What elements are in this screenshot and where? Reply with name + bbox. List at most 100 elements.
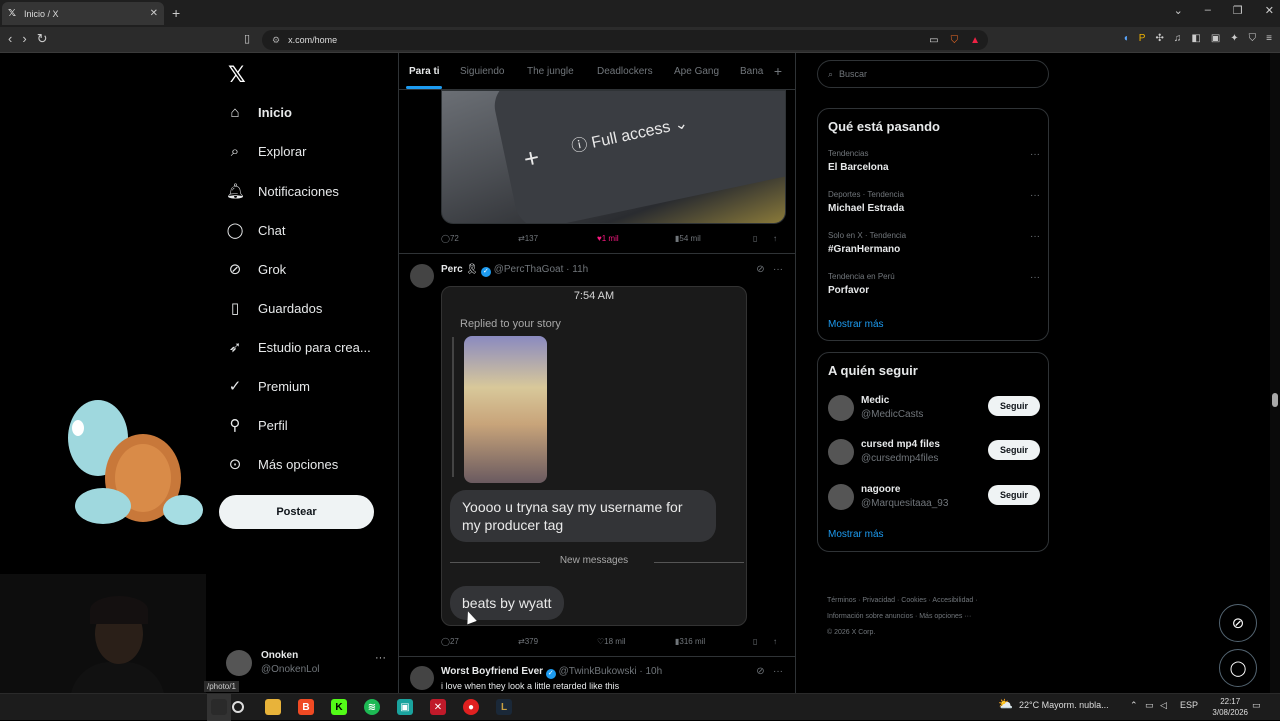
like-button[interactable]: ♥ 1 mil bbox=[597, 234, 619, 243]
grok-fab-button[interactable]: ⊘ bbox=[1219, 604, 1257, 642]
bookmark-icon[interactable]: ▯ bbox=[753, 637, 757, 646]
sidebar-item-explore[interactable]: ⌕ Explorar bbox=[226, 143, 307, 160]
more-icon[interactable]: ··· bbox=[1030, 190, 1040, 201]
more-icon[interactable]: ··· bbox=[1030, 272, 1040, 283]
extension-icon[interactable]: P bbox=[1139, 33, 1146, 44]
tweet-author-name[interactable]: Perc bbox=[441, 264, 463, 275]
sidebar-item-grok[interactable]: ⊘ Grok bbox=[226, 260, 286, 278]
grok-icon[interactable]: ⊘ bbox=[756, 666, 764, 677]
browser-tab[interactable]: 𝕏 Inicio / X ✕ bbox=[2, 2, 164, 25]
menu-icon[interactable]: ≡ bbox=[1266, 33, 1272, 44]
trend-item[interactable]: Solo en X · Tendencia #GranHermano ··· bbox=[828, 231, 1040, 255]
reload-icon[interactable]: ↻ bbox=[37, 31, 48, 47]
close-tab-icon[interactable]: ✕ bbox=[150, 8, 158, 19]
follow-button[interactable]: Seguir bbox=[988, 440, 1040, 460]
tweet-media[interactable]: 7:54 AM Replied to your story Yoooo u tr… bbox=[441, 286, 747, 626]
sidebar-item-premium[interactable]: ✓ Premium bbox=[226, 377, 310, 395]
post-button[interactable]: Postear bbox=[219, 495, 374, 529]
language-indicator[interactable]: ESP bbox=[1180, 700, 1198, 710]
network-icon[interactable]: ▭ bbox=[1145, 700, 1154, 711]
scrollbar[interactable] bbox=[1270, 53, 1280, 693]
close-window-button[interactable]: ✕ bbox=[1265, 4, 1274, 17]
trend-item[interactable]: Tendencia en Perú Porfavor ··· bbox=[828, 272, 1040, 296]
notification-icon[interactable]: ▭ bbox=[1252, 700, 1261, 711]
wallet-icon[interactable]: ▣ bbox=[1211, 33, 1220, 44]
follow-button[interactable]: Seguir bbox=[988, 396, 1040, 416]
more-icon[interactable]: ··· bbox=[773, 666, 783, 677]
vpn-icon[interactable]: ⛉ bbox=[1249, 33, 1257, 44]
x-logo-icon[interactable]: 𝕏 bbox=[228, 62, 246, 88]
follow-button[interactable]: Seguir bbox=[988, 485, 1040, 505]
trend-item[interactable]: Deportes · Tendencia Michael Estrada ··· bbox=[828, 190, 1040, 214]
footer-line[interactable]: Información sobre anuncios · Más opcione… bbox=[827, 609, 1047, 625]
trend-item[interactable]: Tendencias El Barcelona ··· bbox=[828, 149, 1040, 173]
address-bar[interactable]: ⚙ x.com/home ▭ ⛉ ▲ bbox=[262, 30, 988, 50]
kick-icon[interactable]: K bbox=[331, 699, 347, 715]
tab-deadlockers[interactable]: Deadlockers bbox=[597, 66, 653, 77]
like-button[interactable]: ♡ 18 mil bbox=[597, 637, 626, 646]
show-more-link[interactable]: Mostrar más bbox=[828, 529, 884, 540]
add-tab-icon[interactable]: + bbox=[774, 63, 782, 79]
search-icon[interactable] bbox=[232, 701, 244, 713]
follow-suggestion[interactable]: cursed mp4 files @cursedmp4files Seguir bbox=[828, 437, 1040, 469]
file-explorer-icon[interactable] bbox=[265, 699, 281, 715]
app-icon[interactable]: ▣ bbox=[397, 699, 413, 715]
reply-button[interactable]: ◯ 72 bbox=[441, 234, 459, 243]
sidebar-icon[interactable]: ◧ bbox=[1191, 33, 1200, 44]
sidebar-item-creator-studio[interactable]: ➶ Estudio para crea... bbox=[226, 338, 371, 356]
avatar[interactable] bbox=[410, 264, 434, 288]
maximize-button[interactable]: ❐ bbox=[1233, 4, 1243, 17]
tweet-time[interactable]: 10h bbox=[645, 666, 662, 677]
follow-suggestion[interactable]: nagoore @Marquesitaaa_93 Seguir bbox=[828, 482, 1040, 514]
tweet-author-name[interactable]: Worst Boyfriend Ever bbox=[441, 666, 543, 677]
tweet-time[interactable]: 11h bbox=[572, 264, 588, 275]
extension-icon[interactable]: ◖ bbox=[1123, 33, 1129, 44]
footer-line[interactable]: Términos · Privacidad · Cookies · Accesi… bbox=[827, 593, 1047, 609]
app-icon[interactable]: ● bbox=[463, 699, 479, 715]
leo-icon[interactable]: ✦ bbox=[1230, 33, 1238, 44]
bookmark-page-icon[interactable]: ▯ bbox=[244, 32, 250, 45]
forward-icon[interactable]: › bbox=[22, 31, 26, 47]
repost-button[interactable]: ⇄ 379 bbox=[518, 637, 538, 646]
tweet-author-handle[interactable]: @TwinkBukowski bbox=[559, 666, 637, 677]
app-icon[interactable]: ✕ bbox=[430, 699, 446, 715]
reply-button[interactable]: ◯ 27 bbox=[441, 637, 459, 646]
brave-browser-icon[interactable]: B bbox=[298, 699, 314, 715]
sidebar-item-chat[interactable]: ◯ Chat bbox=[226, 221, 286, 239]
cast-icon[interactable]: ▭ bbox=[929, 35, 938, 46]
spotify-icon[interactable]: ≋ bbox=[364, 699, 380, 715]
account-switcher[interactable]: Onoken @OnokenLol ··· bbox=[226, 648, 386, 684]
avatar[interactable] bbox=[410, 666, 434, 690]
tweet-author-handle[interactable]: @PercThaGoat bbox=[494, 264, 564, 275]
share-icon[interactable]: ↑ bbox=[773, 637, 777, 646]
sidebar-item-bookmarks[interactable]: ▯ Guardados bbox=[226, 299, 322, 317]
tab-the-jungle[interactable]: The jungle bbox=[527, 66, 574, 77]
tab-following[interactable]: Siguiendo bbox=[460, 66, 504, 77]
follow-suggestion[interactable]: Medic @MedicCasts Seguir bbox=[828, 393, 1040, 425]
music-icon[interactable]: ♫ bbox=[1174, 33, 1182, 44]
sidebar-item-profile[interactable]: ⚲ Perfil bbox=[226, 416, 288, 434]
back-icon[interactable]: ‹ bbox=[8, 31, 12, 47]
brave-shield-icon[interactable]: ⛉ bbox=[951, 35, 959, 46]
tab-for-you[interactable]: Para ti bbox=[409, 66, 440, 77]
repost-button[interactable]: ⇄ 137 bbox=[518, 234, 538, 243]
more-icon[interactable]: ··· bbox=[1030, 149, 1040, 160]
new-tab-button[interactable]: + bbox=[172, 5, 180, 21]
site-settings-icon[interactable]: ⚙ bbox=[272, 35, 280, 46]
grok-icon[interactable]: ⊘ bbox=[756, 264, 764, 275]
sidebar-item-more[interactable]: ⊙ Más opciones bbox=[226, 455, 339, 473]
brave-rewards-icon[interactable]: ▲ bbox=[970, 35, 980, 46]
search-input[interactable]: ⌕ Buscar bbox=[817, 60, 1049, 88]
tab-bana[interactable]: Bana bbox=[740, 66, 763, 77]
tweet-media[interactable]: + ⓘ Full access ⌄ bbox=[441, 90, 786, 224]
tray-arrow-icon[interactable]: ⌃ bbox=[1130, 700, 1138, 711]
start-icon[interactable] bbox=[211, 699, 227, 715]
more-icon[interactable]: ··· bbox=[375, 652, 386, 664]
more-icon[interactable]: ··· bbox=[773, 264, 783, 275]
bookmark-icon[interactable]: ▯ bbox=[753, 234, 757, 243]
views-button[interactable]: ▮ 54 mil bbox=[675, 234, 701, 243]
puzzle-icon[interactable]: ✣ bbox=[1155, 33, 1163, 44]
minimize-button[interactable]: – bbox=[1205, 4, 1211, 17]
more-icon[interactable]: ··· bbox=[1030, 231, 1040, 242]
views-button[interactable]: ▮ 316 mil bbox=[675, 637, 705, 646]
